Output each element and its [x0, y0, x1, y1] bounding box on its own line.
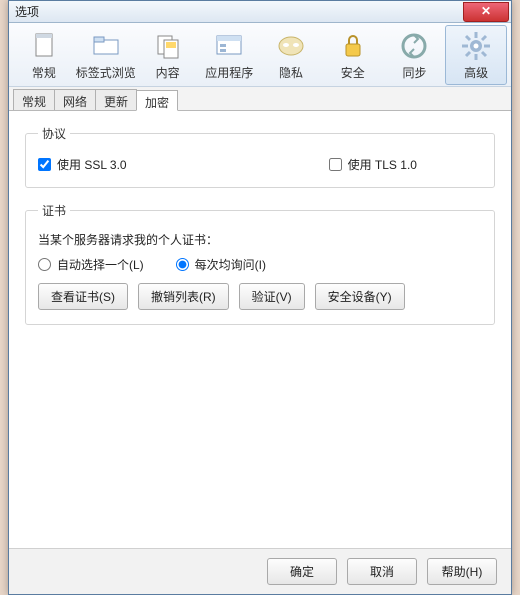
tls-checkbox[interactable]: [329, 158, 342, 171]
category-label: 隐私: [279, 64, 303, 81]
category-tabs[interactable]: 标签式浏览: [75, 25, 137, 85]
category-content[interactable]: 内容: [137, 25, 199, 85]
options-window: 选项 ✕ 常规 标签式浏览 内容 应用程序: [8, 0, 512, 595]
folder-icon: [90, 30, 122, 62]
lock-icon: [337, 30, 369, 62]
category-label: 同步: [402, 64, 426, 81]
category-label: 安全: [341, 64, 365, 81]
ok-button[interactable]: 确定: [267, 558, 337, 585]
category-general[interactable]: 常规: [13, 25, 75, 85]
category-security[interactable]: 安全: [322, 25, 384, 85]
auto-select-radio[interactable]: [38, 258, 51, 271]
ssl-label: 使用 SSL 3.0: [57, 156, 127, 173]
certificate-prompt: 当某个服务器请求我的个人证书：: [38, 231, 482, 248]
ask-every-time-radio[interactable]: [176, 258, 189, 271]
category-label: 内容: [156, 64, 180, 81]
mask-icon: [275, 30, 307, 62]
category-label: 高级: [464, 64, 488, 81]
category-label: 应用程序: [205, 64, 253, 81]
tab-general[interactable]: 常规: [13, 89, 55, 110]
ask-every-time-label: 每次均询问(I): [195, 256, 266, 273]
tls-label: 使用 TLS 1.0: [348, 156, 417, 173]
category-applications[interactable]: 应用程序: [198, 25, 260, 85]
titlebar: 选项 ✕: [9, 1, 511, 23]
category-advanced[interactable]: 高级: [445, 25, 507, 85]
protocol-legend: 协议: [38, 125, 70, 142]
certificate-legend: 证书: [38, 202, 70, 219]
close-button[interactable]: ✕: [463, 2, 509, 22]
tab-encryption[interactable]: 加密: [136, 90, 178, 111]
tab-network[interactable]: 网络: [54, 89, 96, 110]
gear-icon: [460, 30, 492, 62]
category-privacy[interactable]: 隐私: [260, 25, 322, 85]
dialog-footer: 确定 取消 帮助(H): [9, 548, 511, 594]
security-devices-button[interactable]: 安全设备(Y): [315, 283, 405, 310]
page-icon: [28, 30, 60, 62]
tab-update[interactable]: 更新: [95, 89, 137, 110]
revocation-lists-button[interactable]: 撤销列表(R): [138, 283, 229, 310]
category-toolbar: 常规 标签式浏览 内容 应用程序 隐私: [9, 23, 511, 87]
category-label: 标签式浏览: [76, 64, 136, 81]
window-icon: [213, 30, 245, 62]
category-label: 常规: [32, 64, 56, 81]
protocol-group: 协议 使用 SSL 3.0 使用 TLS 1.0: [25, 125, 495, 188]
view-certificates-button[interactable]: 查看证书(S): [38, 283, 128, 310]
subtab-bar: 常规 网络 更新 加密: [9, 87, 511, 111]
cancel-button[interactable]: 取消: [347, 558, 417, 585]
certificate-group: 证书 当某个服务器请求我的个人证书： 自动选择一个(L) 每次均询问(I) 查看…: [25, 202, 495, 325]
auto-select-label: 自动选择一个(L): [57, 256, 144, 273]
tab-content: 协议 使用 SSL 3.0 使用 TLS 1.0 证书 当某个服务器请求我的个人…: [9, 111, 511, 548]
ssl-checkbox[interactable]: [38, 158, 51, 171]
help-button[interactable]: 帮助(H): [427, 558, 497, 585]
category-sync[interactable]: 同步: [384, 25, 446, 85]
window-title: 选项: [9, 3, 39, 20]
pages-icon: [152, 30, 184, 62]
validation-button[interactable]: 验证(V): [239, 283, 305, 310]
sync-icon: [398, 30, 430, 62]
